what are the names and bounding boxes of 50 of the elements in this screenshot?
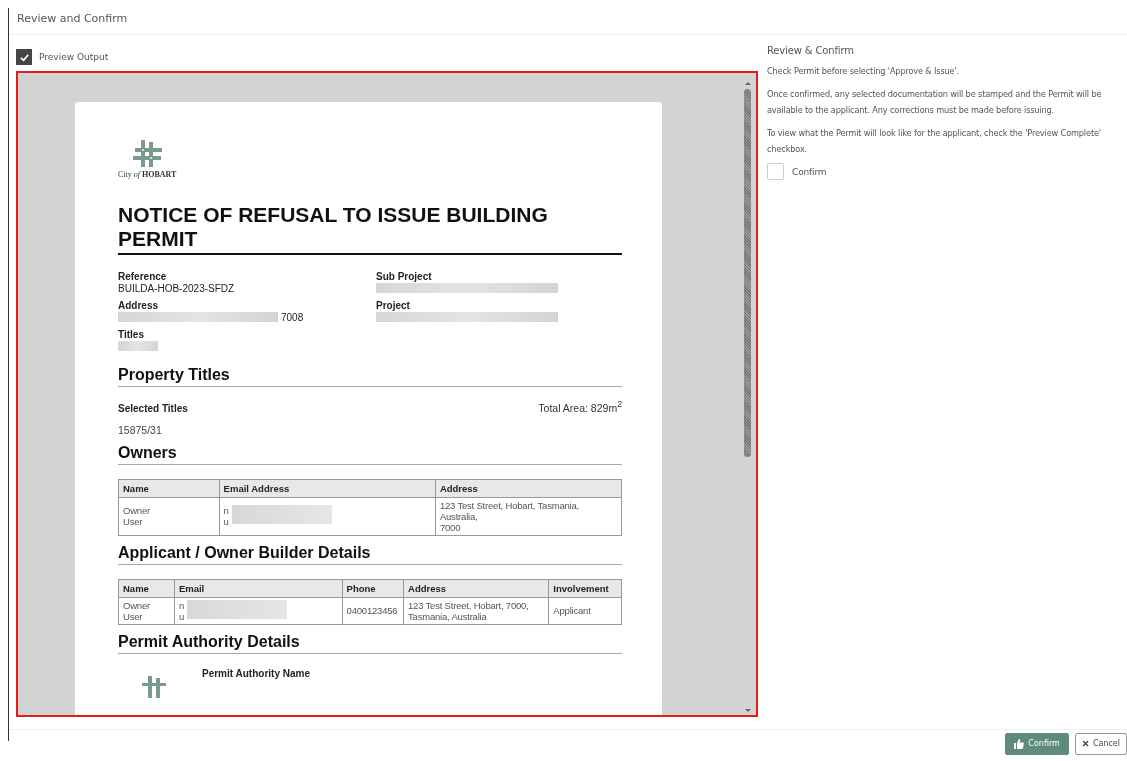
- checkbox-label: Confirm: [792, 166, 827, 177]
- table-cell: 123 Test Street, Hobart, 7000, Tasmania, Australia: [403, 597, 549, 624]
- section-heading: Owners: [118, 443, 622, 465]
- field-label: Project: [376, 300, 411, 311]
- section-heading: Applicant / Owner Builder Details: [118, 543, 622, 565]
- column-header: Phone: [342, 579, 404, 597]
- total-area: Total Area: 829m$^{2}$: [538, 399, 622, 414]
- page-title: Review and Confirm: [17, 12, 128, 25]
- column-header: Name: [118, 479, 220, 497]
- confirm-button[interactable]: Confirm: [1005, 732, 1069, 755]
- table-cell: 123 Test Street, Hobart, Tasmania, Australia, 7000: [435, 497, 622, 535]
- thumbs-up-icon: [1014, 738, 1025, 749]
- table-cell: n u: [219, 497, 436, 535]
- instruction-text: To view what the Permit will look like for the applicant, check the 'Preview Complete' checkbox.: [767, 127, 1102, 156]
- preview-checkbox[interactable]: [16, 49, 32, 65]
- table-cell: Owner User: [118, 497, 220, 535]
- column-header: Involvement: [548, 579, 622, 597]
- logo-text: City of HOBART: [118, 170, 177, 179]
- authority-label: Permit Authority Name: [202, 667, 310, 679]
- titles-label: Selected Titles: [118, 402, 188, 414]
- table-cell: n u: [174, 597, 343, 624]
- table-cell: Owner User: [118, 597, 175, 624]
- title-number: 15875/31: [118, 423, 162, 436]
- field-label: Address: [118, 300, 159, 311]
- column-header: Email Address: [219, 479, 436, 497]
- instruction-text: Check Permit before selecting 'Approve & Issue'.: [767, 65, 961, 78]
- column-header: Name: [118, 579, 175, 597]
- column-header: Address: [435, 479, 622, 497]
- section-heading: Permit Authority Details: [118, 632, 622, 654]
- document-title: NOTICE OF REFUSAL TO ISSUE BUILDING PERMIT: [118, 203, 622, 255]
- field-label: Sub Project: [376, 271, 433, 282]
- column-header: Email: [174, 579, 343, 597]
- checkmark-icon: [18, 51, 30, 63]
- close-icon: [1081, 740, 1089, 747]
- authority-logo-icon: [142, 675, 166, 698]
- section-heading: Property Titles: [118, 366, 622, 387]
- confirm-checkbox[interactable]: [767, 163, 784, 180]
- column-header: Address: [403, 579, 549, 597]
- table-cell: Applicant: [548, 597, 622, 624]
- field-label: Reference: [118, 271, 168, 282]
- cancel-button[interactable]: Cancel: [1074, 732, 1127, 755]
- scrollbar[interactable]: [742, 79, 753, 715]
- field-label: Titles: [118, 329, 145, 340]
- field-value: BUILDA-HOB-2023-SFDZ: [118, 282, 235, 294]
- checkbox-label: Preview Output: [39, 52, 109, 62]
- instruction-text: Once confirmed, any selected documentation will be stamped and the Permit will be available to the applicant. Any corrections must be made before issuing.: [767, 88, 1103, 117]
- table-cell: 0400123456: [342, 597, 404, 624]
- field-value: 7008: [281, 311, 304, 323]
- panel-title: Review & Confirm: [767, 45, 855, 56]
- city-logo-icon: [133, 140, 163, 167]
